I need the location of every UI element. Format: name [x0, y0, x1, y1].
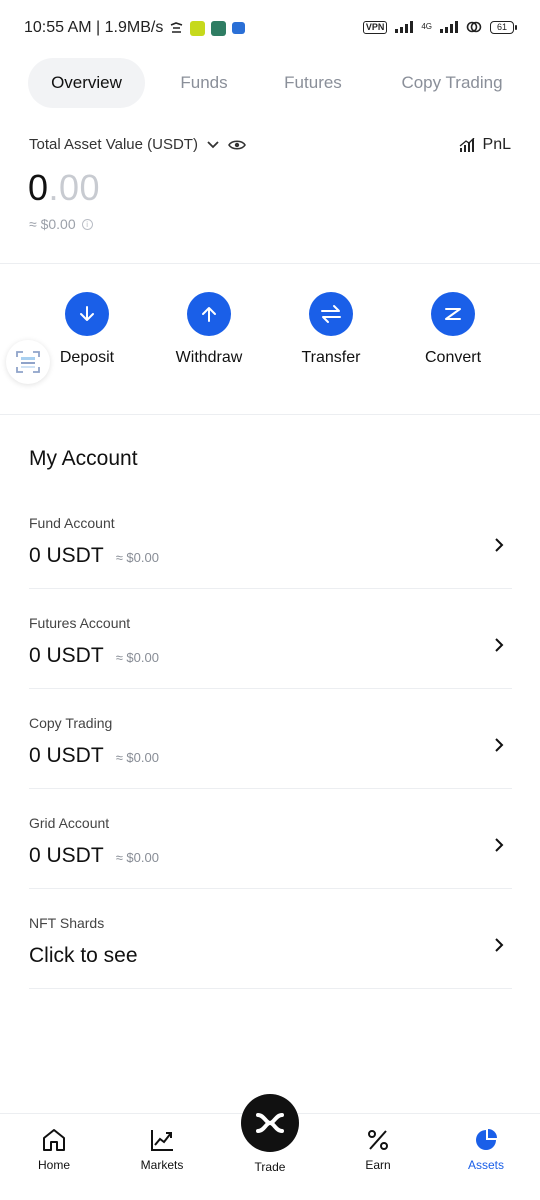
chevron-right-icon[interactable] — [494, 737, 504, 753]
account-list: Fund Account 0 USDT ≈ $0.00 Futures Acco… — [29, 489, 512, 989]
trade-logo-icon — [256, 1113, 284, 1133]
account-name: Fund Account — [29, 515, 115, 531]
account-value: 0 USDT ≈ $0.00 — [29, 644, 159, 668]
account-row-fund[interactable]: Fund Account 0 USDT ≈ $0.00 — [29, 489, 512, 589]
scan-button[interactable] — [6, 340, 50, 384]
account-amount: 0 USDT — [29, 844, 104, 867]
total-asset-label-row: Total Asset Value (USDT) — [29, 136, 246, 153]
info-icon[interactable]: i — [81, 218, 93, 230]
transfer-icon-circle — [309, 292, 353, 336]
percent-icon — [368, 1130, 388, 1150]
vpn-badge: VPN — [362, 20, 388, 34]
account-usd: ≈ $0.00 — [115, 750, 159, 765]
total-approx-usd: ≈ $0.00 — [29, 216, 76, 232]
chevron-down-icon[interactable] — [206, 140, 220, 150]
nav-trade-label: Trade — [254, 1160, 286, 1174]
total-value-decimal: .00 — [48, 167, 101, 208]
convert-label: Convert — [424, 349, 482, 366]
account-usd: ≈ $0.00 — [115, 850, 159, 865]
nav-earn-label: Earn — [365, 1158, 391, 1172]
nav-earn[interactable]: Earn — [338, 1128, 418, 1172]
chevron-right-icon[interactable] — [494, 937, 504, 953]
home-icon — [43, 1129, 65, 1151]
account-value: 0 USDT ≈ $0.00 — [29, 544, 159, 568]
app-notification-icon-2 — [211, 20, 227, 36]
nav-assets-label: Assets — [467, 1158, 504, 1172]
pnl-chart-icon — [459, 137, 474, 152]
total-asset-value: 0.00 — [28, 167, 100, 209]
account-amount: 0 USDT — [29, 744, 104, 767]
battery-icon: 61 — [490, 20, 517, 34]
eye-icon[interactable] — [228, 139, 246, 151]
total-asset-label[interactable]: Total Asset Value (USDT) — [29, 136, 198, 153]
total-value-integer: 0 — [28, 167, 49, 208]
status-time: 10:55 AM | 1.9MB/s — [24, 19, 164, 36]
nav-home-label: Home — [37, 1158, 70, 1172]
markets-chart-icon — [151, 1130, 173, 1151]
notification-icon — [171, 21, 183, 33]
transfer-label: Transfer — [301, 349, 361, 366]
account-amount: 0 USDT — [29, 644, 104, 667]
tab-futures[interactable]: Futures — [283, 58, 343, 108]
account-name: Grid Account — [29, 815, 110, 831]
pie-chart-icon — [476, 1129, 497, 1150]
signal-icon-2 — [440, 21, 458, 33]
tab-funds[interactable]: Funds — [179, 58, 229, 108]
account-value: 0 USDT ≈ $0.00 — [29, 844, 159, 868]
withdraw-button[interactable]: Withdraw — [154, 292, 264, 367]
chevron-right-icon[interactable] — [494, 837, 504, 853]
action-buttons: Deposit Withdraw Transfer Convert — [0, 292, 540, 372]
nav-markets-label: Markets — [140, 1158, 184, 1172]
signal-icon — [395, 21, 414, 33]
account-amount: 0 USDT — [29, 544, 104, 567]
account-row-futures[interactable]: Futures Account 0 USDT ≈ $0.00 — [29, 589, 512, 689]
account-name: Copy Trading — [29, 715, 113, 731]
chevron-right-icon[interactable] — [494, 537, 504, 553]
status-right: VPN 4G 61 — [362, 20, 517, 34]
total-approx-row: ≈ $0.00 i — [29, 216, 93, 232]
status-left: 10:55 AM | 1.9MB/s — [24, 19, 246, 37]
network-type: 4G — [421, 22, 432, 31]
nav-trade[interactable] — [241, 1094, 299, 1152]
account-usd: ≈ $0.00 — [115, 650, 159, 665]
account-row-nft-shards[interactable]: NFT Shards Click to see — [29, 889, 512, 989]
account-name: NFT Shards — [29, 915, 105, 931]
nav-assets[interactable]: Assets — [446, 1128, 526, 1172]
arrow-up-icon — [202, 307, 216, 322]
deposit-icon-circle — [65, 292, 109, 336]
app-notification-icon — [190, 20, 206, 36]
account-value: 0 USDT ≈ $0.00 — [29, 744, 159, 768]
nav-markets[interactable]: Markets — [122, 1128, 202, 1172]
nav-home[interactable]: Home — [14, 1128, 94, 1172]
tab-copy-trading[interactable]: Copy Trading — [397, 58, 507, 108]
scan-icon — [16, 351, 40, 373]
chevron-right-icon[interactable] — [494, 637, 504, 653]
app-notification-icon-3 — [232, 22, 246, 34]
status-bar: 10:55 AM | 1.9MB/s VPN 4G 61 — [0, 0, 540, 58]
divider — [0, 414, 540, 415]
pnl-button[interactable]: PnL — [459, 136, 511, 154]
account-value: Click to see — [29, 944, 138, 968]
withdraw-label: Withdraw — [175, 349, 243, 366]
click-to-see-link[interactable]: Click to see — [29, 944, 138, 968]
withdraw-icon-circle — [187, 292, 231, 336]
divider — [0, 263, 540, 264]
account-row-copy-trading[interactable]: Copy Trading 0 USDT ≈ $0.00 — [29, 689, 512, 789]
arrow-down-icon — [80, 306, 94, 321]
transfer-icon — [321, 305, 341, 323]
convert-icon-circle — [431, 292, 475, 336]
account-name: Futures Account — [29, 615, 131, 631]
my-account-title: My Account — [29, 447, 138, 470]
account-usd: ≈ $0.00 — [115, 550, 159, 565]
pnl-label: PnL — [482, 136, 511, 153]
convert-icon — [445, 308, 461, 320]
link-icon — [466, 21, 482, 33]
asset-tabs: Overview Funds Futures Copy Trading — [28, 58, 518, 108]
convert-button[interactable]: Convert — [398, 292, 508, 367]
transfer-button[interactable]: Transfer — [276, 292, 386, 367]
tab-overview[interactable]: Overview — [28, 58, 145, 108]
account-row-grid[interactable]: Grid Account 0 USDT ≈ $0.00 — [29, 789, 512, 889]
